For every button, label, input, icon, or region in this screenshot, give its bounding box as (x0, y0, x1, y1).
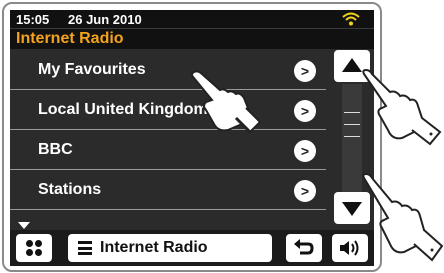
chevron-right-icon[interactable]: > (294, 180, 316, 202)
home-grid-icon (26, 240, 42, 256)
home-button[interactable] (16, 234, 52, 262)
list-item-stations[interactable]: Stations > (10, 170, 326, 210)
device-screen: 15:05 26 Jun 2010 Internet Radio My Favo… (10, 10, 374, 266)
grip-line (344, 112, 360, 113)
chevron-right-icon[interactable]: > (294, 60, 316, 82)
list-item-label: BBC (38, 141, 73, 158)
page-title: Internet Radio (16, 30, 124, 47)
list-item-label: My Favourites (38, 61, 146, 78)
back-icon (294, 239, 314, 255)
bottom-bar: Internet Radio (10, 230, 374, 266)
more-below-icon (18, 222, 30, 229)
pointing-hand-icon (362, 172, 444, 262)
status-time: 15:05 (16, 12, 50, 27)
pointing-hand-icon (191, 70, 262, 134)
chevron-right-icon[interactable]: > (294, 100, 316, 122)
wifi-icon (342, 12, 360, 29)
scroll-track[interactable] (342, 84, 362, 192)
chevron-right-icon[interactable]: > (294, 140, 316, 162)
list-item-local-united-kingdom[interactable]: Local United Kingdom > (10, 90, 326, 130)
source-label: Internet Radio (100, 239, 208, 256)
source-menu-button[interactable]: Internet Radio (68, 234, 272, 262)
scroll-thumb[interactable] (344, 106, 360, 142)
status-date: 26 Jun 2010 (68, 12, 142, 27)
arrow-down-icon (342, 202, 362, 216)
list-item-bbc[interactable]: BBC > (10, 130, 326, 170)
arrow-up-icon (342, 58, 362, 72)
status-bar: 15:05 26 Jun 2010 (10, 10, 374, 28)
grip-line (344, 136, 360, 137)
back-button[interactable] (286, 234, 322, 262)
list-item-my-favourites[interactable]: My Favourites > (10, 50, 326, 90)
grip-line (344, 124, 360, 125)
title-bar: Internet Radio (10, 28, 374, 49)
list-item-label: Stations (38, 181, 102, 198)
menu-icon (78, 240, 92, 256)
pointing-hand-icon (362, 68, 442, 146)
volume-icon (340, 240, 359, 256)
menu-list: My Favourites > Local United Kingdom > B… (10, 50, 326, 222)
list-item-label: Local United Kingdom (38, 101, 208, 118)
